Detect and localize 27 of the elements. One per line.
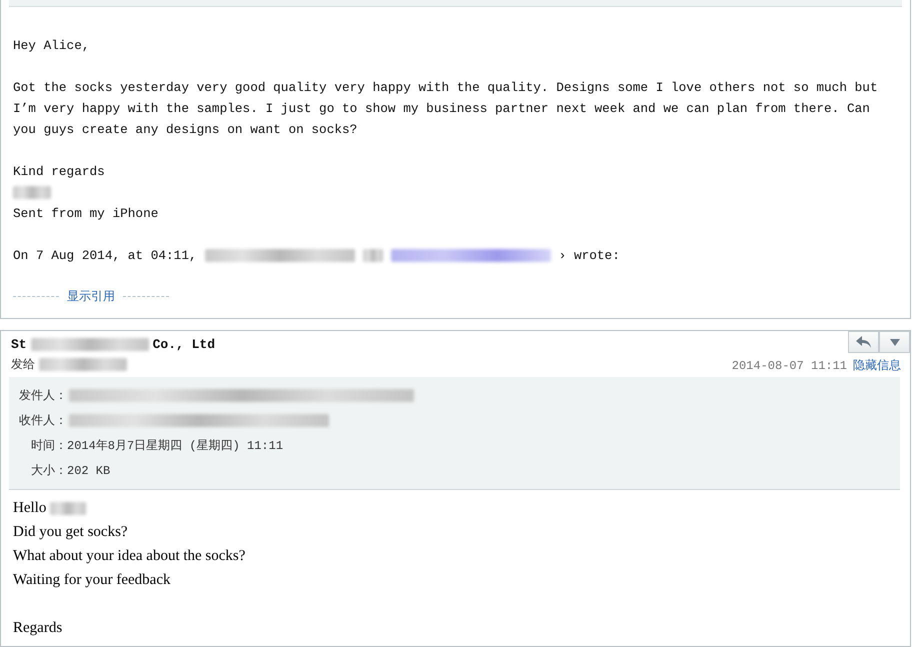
hide-details-link[interactable]: 隐藏信息 [853, 357, 901, 374]
caret-icon [890, 338, 900, 346]
body-text: Regards [13, 620, 62, 636]
body-text: What about your idea about the socks? [13, 548, 246, 564]
greeting-text: Hey Alice, [13, 37, 91, 55]
show-quote-link[interactable]: 显示引用 [67, 288, 115, 305]
sender-name: St [11, 336, 27, 352]
detail-label: 发件人： [18, 387, 67, 404]
quote-header-text: On 7 Aug 2014, at 04:11, [13, 247, 197, 265]
detail-value: 2014年8月7日星期四 (星期四) 11:11 [67, 438, 284, 454]
body-text: Did you get socks? [13, 524, 128, 540]
detail-label: 收件人： [18, 412, 67, 429]
body-text: Hello [13, 500, 46, 516]
detail-value: 202 KB [67, 464, 110, 478]
quote-header-text: › wrote: [558, 247, 620, 265]
detail-label: 大小： [30, 462, 67, 479]
reply-button[interactable] [848, 331, 879, 353]
sender-name: Co., Ltd [152, 336, 216, 352]
detail-label: 时间： [30, 437, 67, 454]
more-options-button[interactable] [879, 331, 910, 353]
reply-icon [856, 336, 872, 348]
message-date: 2014-08-07 11:11 [732, 358, 847, 372]
recipient-label: 发给 [11, 356, 35, 373]
signoff-text: Kind regards [13, 163, 106, 181]
signature-text: Sent from my iPhone [13, 205, 160, 223]
body-text: Waiting for your feedback [13, 572, 170, 588]
message-paragraph: Got the socks yesterday very good quality very happy with the quality. Designs some I love others not so much but I’m very happy with the samples. I just go to show my business partner next week and we can plan from there. Can you guys create any designs on want on socks? [13, 79, 879, 139]
